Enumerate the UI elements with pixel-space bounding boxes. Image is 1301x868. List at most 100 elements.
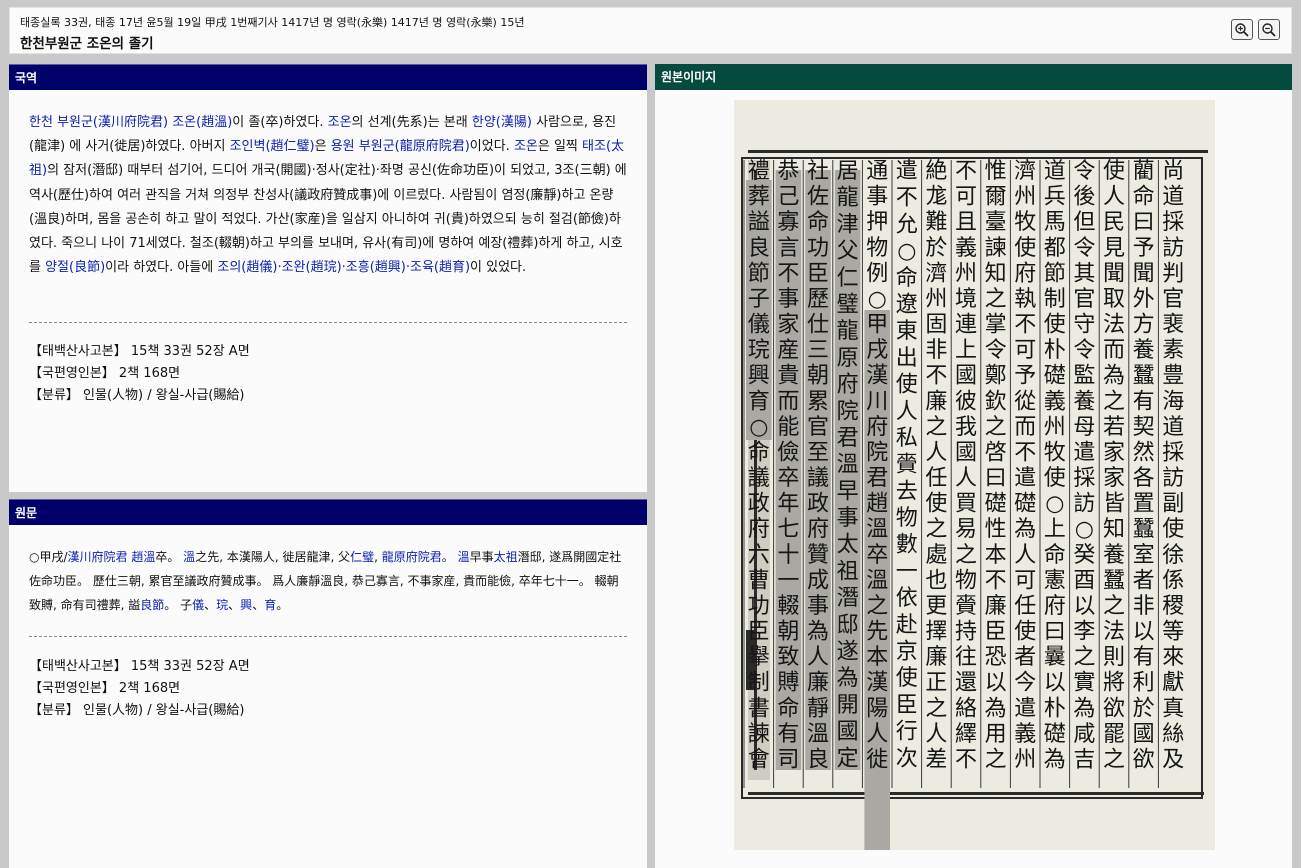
manuscript-char: 遂: [837, 640, 859, 665]
manuscript-char: 恭: [777, 159, 799, 184]
manuscript-char: 之: [1073, 645, 1095, 670]
manuscript-char: 予: [1014, 364, 1036, 389]
manuscript-char: 而: [777, 389, 799, 414]
person-link[interactable]: 溫: [458, 550, 470, 564]
person-link[interactable]: 良節: [140, 598, 164, 612]
person-link[interactable]: 太祖: [494, 550, 518, 564]
manuscript-char: 取: [1103, 287, 1125, 312]
manuscript-char: 一: [896, 559, 918, 584]
manuscript-char: 謚: [748, 210, 770, 235]
header-bar: 태종실록 33권, 태종 17년 윤5월 19일 甲戌 1번째기사 1417년 …: [9, 7, 1292, 54]
manuscript-char: 能: [777, 415, 799, 440]
person-link[interactable]: 한양(漢陽): [472, 115, 532, 130]
manuscript-char: 不: [896, 186, 918, 211]
person-link[interactable]: 조온: [328, 115, 352, 130]
manuscript-char: 數: [896, 533, 918, 558]
manuscript-char: 貴: [777, 364, 799, 389]
manuscript-char: 臣: [896, 693, 918, 718]
person-link[interactable]: 한천 부원군(漢川府院君) 조온(趙溫): [29, 115, 232, 130]
manuscript-char: 不: [955, 747, 977, 772]
manuscript-char: 可: [1014, 338, 1036, 363]
manuscript-char: 尨: [925, 185, 947, 210]
zoom-in-button[interactable]: [1231, 19, 1253, 40]
manuscript-char: 處: [925, 543, 947, 568]
manuscript-scan[interactable]: 尚道採訪判官裵素豊海道採訪副使徐係稷等來獻真絲及藺命曰予聞外方養蠶有契然各置蠶室…: [734, 100, 1215, 868]
manuscript-char: 溫: [837, 453, 859, 478]
manuscript-char: 養: [1073, 389, 1095, 414]
manuscript-char: 仕: [807, 313, 829, 338]
manuscript-char: 不: [985, 568, 1007, 593]
manuscript-char: 之: [985, 415, 1007, 440]
manuscript-char: 州: [1044, 415, 1066, 440]
person-link[interactable]: 溫: [183, 550, 195, 564]
manuscript-char: 州: [955, 261, 977, 286]
manuscript-char: 令: [1073, 338, 1095, 363]
person-link[interactable]: 儀: [192, 598, 204, 612]
manuscript-char: 使: [1162, 517, 1184, 542]
manuscript-char: 可: [955, 185, 977, 210]
text-segment: 은 일찍: [537, 139, 583, 155]
manuscript-char: 有: [1133, 645, 1155, 670]
manuscript-char: 官: [1073, 287, 1095, 312]
manuscript-char: 道: [1162, 185, 1184, 210]
person-link[interactable]: 양절(良節): [45, 260, 105, 275]
manuscript-char: 其: [1073, 261, 1095, 286]
text-segment: 卒。: [155, 550, 184, 564]
person-link[interactable]: 育: [264, 598, 276, 612]
manuscript-char: 利: [1133, 671, 1155, 696]
manuscript-char: 早: [837, 479, 859, 504]
person-link[interactable]: 용원 부원군(龍原府院君): [331, 139, 470, 154]
zoom-out-button[interactable]: [1258, 19, 1280, 40]
person-link[interactable]: 조온: [514, 139, 538, 154]
manuscript-char: 令: [1073, 236, 1095, 261]
manuscript-char: 使: [925, 492, 947, 517]
manuscript-char: 係: [1162, 568, 1184, 593]
manuscript-char: 甲: [866, 313, 888, 338]
manuscript-char: 院: [866, 440, 888, 465]
manuscript-char: 本: [866, 645, 888, 670]
manuscript-char: 物: [896, 506, 918, 531]
manuscript-char: ○: [868, 287, 887, 312]
person-link[interactable]: 龍原府院君: [382, 550, 442, 564]
manuscript-char: 儉: [777, 440, 799, 465]
manuscript-char: 行: [896, 720, 918, 745]
text-segment: 의 선계(先系)는 본래: [351, 115, 472, 130]
person-link[interactable]: 興: [240, 598, 252, 612]
manuscript-char: 徙: [866, 747, 888, 772]
zoom-in-icon: [1235, 22, 1249, 37]
person-link[interactable]: 조인벽(趙仁璧): [230, 139, 315, 154]
manuscript-char: 佐: [807, 185, 829, 210]
manuscript-char: 戌: [866, 338, 888, 363]
person-link[interactable]: 仁璧: [350, 550, 374, 564]
manuscript-char: 押: [866, 210, 888, 235]
manuscript-char: 差: [925, 747, 947, 772]
manuscript-char: 以: [1133, 620, 1155, 645]
manuscript-char: 礎: [1044, 364, 1066, 389]
manuscript-char: 出: [896, 346, 918, 371]
manuscript-char: 子: [748, 287, 770, 312]
manuscript-char: 易: [955, 517, 977, 542]
manuscript-char: 蠶: [1103, 568, 1125, 593]
manuscript-char: 賫: [955, 594, 977, 619]
manuscript-char: 州: [925, 287, 947, 312]
person-link[interactable]: 조의(趙儀)·조완(趙琓)·조흥(趙興)·조육(趙育): [217, 260, 470, 275]
manuscript-char: 事: [837, 506, 859, 531]
manuscript-char: 藺: [1133, 159, 1155, 184]
person-link[interactable]: 琓: [216, 598, 228, 612]
manuscript-char: 之: [1103, 594, 1125, 619]
manuscript-char: 歷: [807, 287, 829, 312]
meta-volume: 【국편영인본】 2책 168면: [29, 366, 181, 381]
manuscript-char: 養: [1133, 338, 1155, 363]
text-segment: 早事: [469, 550, 494, 564]
manuscript-char: 賫: [896, 453, 918, 478]
manuscript-char: 使: [1044, 466, 1066, 491]
manuscript-char: 物: [955, 568, 977, 593]
text-segment: 이라 하였다. 아들에: [105, 260, 218, 276]
manuscript-char: 溫: [866, 568, 888, 593]
original-heading: 원문: [9, 499, 647, 525]
manuscript-char: 朴: [1044, 696, 1066, 721]
manuscript-char: 命: [748, 440, 770, 465]
person-link[interactable]: 漢川府院君 趙溫: [68, 550, 156, 564]
manuscript-char: 遣: [896, 159, 918, 184]
text-segment: 이 졸(卒)하였다.: [232, 115, 328, 130]
